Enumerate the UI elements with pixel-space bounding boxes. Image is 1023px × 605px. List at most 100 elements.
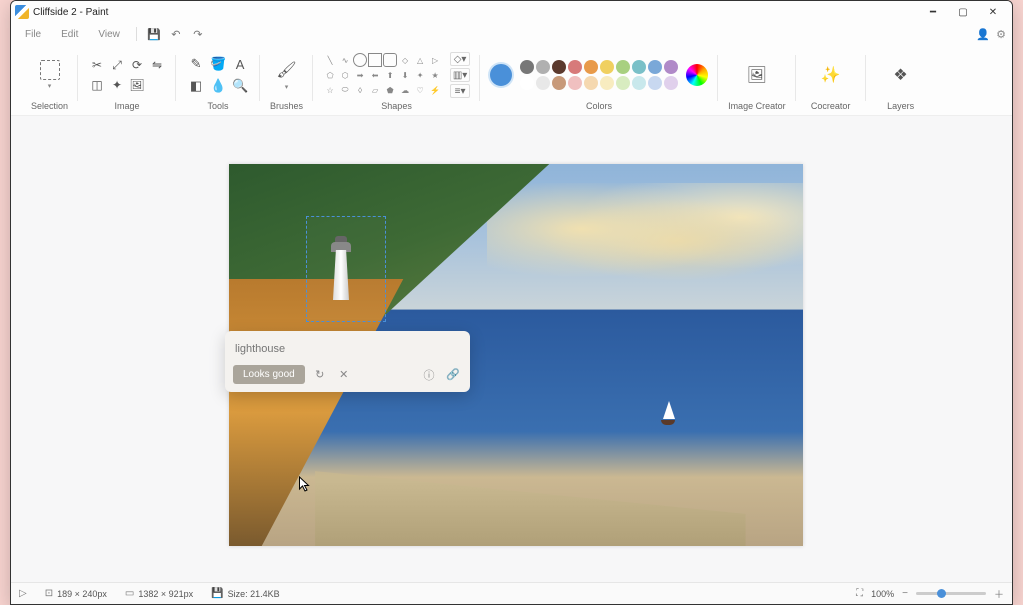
maximize-button[interactable]: ▢ xyxy=(948,1,978,23)
zoom-value: 100% xyxy=(871,589,894,599)
menu-bar: File Edit View 💾 ↶ ↷ 👤 ⚙ xyxy=(11,23,1012,45)
minimize-button[interactable]: ━ xyxy=(918,1,948,23)
zoom-out-icon[interactable]: − xyxy=(902,588,908,599)
color-swatch[interactable] xyxy=(552,76,566,90)
color-swatch[interactable] xyxy=(568,76,582,90)
color-swatch[interactable] xyxy=(616,76,630,90)
group-label-brushes: Brushes xyxy=(270,101,303,113)
magic-select-icon[interactable]: ✦ xyxy=(108,76,126,94)
image-import-icon[interactable]: 🖼 xyxy=(128,76,146,94)
resize-icon[interactable]: ⤢ xyxy=(108,56,126,74)
color-primary-swatch[interactable] xyxy=(490,64,512,86)
info-icon[interactable]: ⓘ xyxy=(420,366,438,384)
pencil-icon[interactable]: ✎ xyxy=(186,54,206,74)
layers-icon: ❖ xyxy=(889,63,913,87)
generated-lighthouse xyxy=(327,236,355,306)
group-cocreator: ✨ Cocreator xyxy=(796,51,866,113)
group-label-selection: Selection xyxy=(31,101,68,113)
prompt-input[interactable] xyxy=(233,339,462,359)
group-label-imagecreator: Image Creator xyxy=(728,101,786,113)
group-colors: Colors xyxy=(480,51,718,113)
color-swatch[interactable] xyxy=(632,76,646,90)
shapes-gallery[interactable]: ╲∿◇△▷ ⬠⬡➡⬅⬆⬇✦★ ☆⬭◊▱⬟☁♡⚡ xyxy=(323,53,442,97)
color-swatch[interactable] xyxy=(648,60,662,74)
shape-outline-icon[interactable]: ◇▾ xyxy=(450,52,470,66)
flip-icon[interactable]: ⇋ xyxy=(148,56,166,74)
status-canvas-size: ▭1382 × 921px xyxy=(125,588,193,599)
color-palette[interactable] xyxy=(520,60,678,90)
color-swatch[interactable] xyxy=(664,76,678,90)
color-swatch[interactable] xyxy=(600,60,614,74)
magnifier-icon[interactable]: 🔍 xyxy=(230,76,250,96)
fill-icon[interactable]: 🪣 xyxy=(208,54,228,74)
paint-window: Cliffside 2 - Paint ━ ▢ ✕ File Edit View… xyxy=(10,0,1013,605)
retry-icon[interactable]: ↻ xyxy=(311,366,329,384)
color-swatch[interactable] xyxy=(616,60,630,74)
shape-weight-icon[interactable]: ≡▾ xyxy=(450,84,470,98)
cocreator-button[interactable]: ✨ xyxy=(806,63,856,87)
save-icon[interactable]: 💾 xyxy=(145,25,163,43)
group-shapes: ╲∿◇△▷ ⬠⬡➡⬅⬆⬇✦★ ☆⬭◊▱⬟☁♡⚡ ◇▾ ▥▾ ≡▾ Shapes xyxy=(313,51,480,113)
painting-sailboat xyxy=(659,401,677,425)
remove-bg-icon[interactable]: ◫ xyxy=(88,76,106,94)
eraser-icon[interactable]: ◧ xyxy=(186,76,206,96)
zoom-in-icon[interactable]: ＋ xyxy=(994,586,1004,601)
select-tool[interactable]: ▾ xyxy=(33,60,67,90)
paint-app-icon xyxy=(15,5,29,19)
rotate-icon[interactable]: ⟳ xyxy=(128,56,146,74)
menu-edit[interactable]: Edit xyxy=(53,27,86,42)
color-swatch[interactable] xyxy=(536,60,550,74)
image-creator-button[interactable]: 🖼 xyxy=(732,63,782,87)
color-swatch[interactable] xyxy=(632,60,646,74)
group-selection: ▾ Selection xyxy=(21,51,78,113)
eyedropper-icon[interactable]: 💧 xyxy=(208,76,228,96)
cocreator-icon: ✨ xyxy=(819,63,843,87)
brush-tool[interactable]: 🖌 ▾ xyxy=(276,59,298,91)
group-label-tools: Tools xyxy=(208,101,229,113)
color-swatch[interactable] xyxy=(600,76,614,90)
link-icon[interactable]: 🔗 xyxy=(444,366,462,384)
color-swatch[interactable] xyxy=(520,76,534,90)
menu-view[interactable]: View xyxy=(90,27,128,42)
group-tools: ✎ 🪣 A ◧ 💧 🔍 Tools xyxy=(176,51,260,113)
layers-button[interactable]: ❖ xyxy=(876,63,926,87)
color-swatch[interactable] xyxy=(568,60,582,74)
settings-gear-icon[interactable]: ⚙ xyxy=(996,28,1006,41)
redo-icon[interactable]: ↷ xyxy=(189,25,207,43)
color-swatch[interactable] xyxy=(584,76,598,90)
status-file-size: 💾Size: 21.4KB xyxy=(211,588,279,599)
cocreator-prompt-panel: Looks good ↻ ✕ ⓘ 🔗 xyxy=(225,331,470,392)
shape-fill-icon[interactable]: ▥▾ xyxy=(450,68,470,82)
close-button[interactable]: ✕ xyxy=(978,1,1008,23)
text-icon[interactable]: A xyxy=(230,54,250,74)
color-swatch[interactable] xyxy=(664,60,678,74)
color-swatch[interactable] xyxy=(552,60,566,74)
group-label-layers: Layers xyxy=(887,101,914,113)
undo-icon[interactable]: ↶ xyxy=(167,25,185,43)
selection-rect-icon xyxy=(40,60,60,80)
color-swatch[interactable] xyxy=(648,76,662,90)
group-image: ✂ ⤢ ⟳ ⇋ ◫ ✦ 🖼 Image xyxy=(78,51,176,113)
edit-colors-icon[interactable] xyxy=(686,64,708,86)
canvas-size-icon: ▭ xyxy=(125,588,134,599)
group-label-cocreator: Cocreator xyxy=(811,101,851,113)
titlebar: Cliffside 2 - Paint ━ ▢ ✕ xyxy=(11,1,1012,23)
zoom-slider[interactable] xyxy=(916,592,986,595)
menu-file[interactable]: File xyxy=(17,27,49,42)
fit-screen-icon[interactable]: ⛶ xyxy=(856,588,863,599)
status-bar: ▷ ⊡189 × 240px ▭1382 × 921px 💾Size: 21.4… xyxy=(11,582,1012,604)
color-swatch[interactable] xyxy=(536,76,550,90)
canvas-area[interactable]: Looks good ↻ ✕ ⓘ 🔗 xyxy=(11,116,1012,582)
color-swatch[interactable] xyxy=(584,60,598,74)
looks-good-button[interactable]: Looks good xyxy=(233,365,305,384)
account-icon[interactable]: 👤 xyxy=(976,28,990,41)
group-label-colors: Colors xyxy=(586,101,612,113)
cancel-icon[interactable]: ✕ xyxy=(335,366,353,384)
status-cursor: ▷ xyxy=(19,588,27,599)
crop-icon[interactable]: ✂ xyxy=(88,56,106,74)
brush-icon: 🖌 xyxy=(276,59,298,81)
color-swatch[interactable] xyxy=(520,60,534,74)
group-label-image: Image xyxy=(115,101,140,113)
disk-icon: 💾 xyxy=(211,588,223,599)
ribbon: ▾ Selection ✂ ⤢ ⟳ ⇋ ◫ ✦ 🖼 Image xyxy=(11,45,1012,116)
